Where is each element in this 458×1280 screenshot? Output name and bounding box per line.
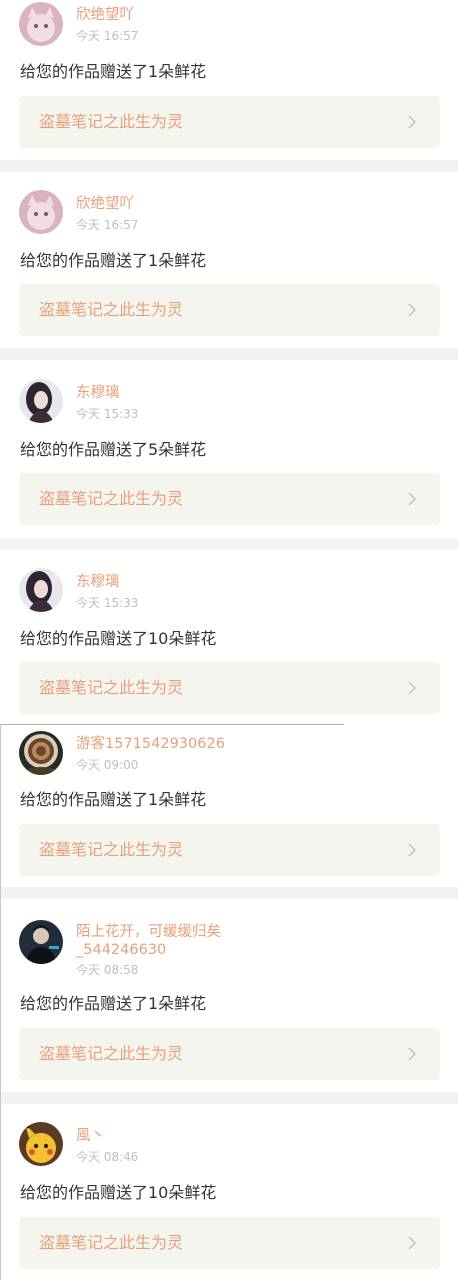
gift-notification-item: 游客1571542930626 今天 09:00 给您的作品赠送了1朵鲜花 盗墓… bbox=[0, 725, 458, 887]
pink-cat-avatar-icon[interactable] bbox=[19, 2, 63, 46]
work-title: 盗墓笔记之此生为灵 bbox=[39, 489, 184, 508]
gift-notification-item: 东穆璃 今天 15:33 给您的作品赠送了5朵鲜花 盗墓笔记之此生为灵 bbox=[0, 360, 458, 538]
work-link-card[interactable]: 盗墓笔记之此生为灵 bbox=[19, 1028, 440, 1080]
username-line-2: _544246630 bbox=[76, 942, 167, 958]
chevron-right-icon bbox=[404, 842, 420, 858]
gift-message: 给您的作品赠送了10朵鲜花 bbox=[20, 629, 217, 648]
username[interactable]: 东穆璃 bbox=[76, 384, 276, 402]
work-title: 盗墓笔记之此生为灵 bbox=[39, 1233, 184, 1252]
item-separator bbox=[0, 160, 458, 172]
work-title: 盗墓笔记之此生为灵 bbox=[39, 1044, 184, 1063]
chevron-right-icon bbox=[404, 680, 420, 696]
username[interactable]: 游客1571542930626 bbox=[76, 735, 276, 753]
work-title: 盗墓笔记之此生为灵 bbox=[39, 300, 184, 319]
chevron-right-icon bbox=[404, 114, 420, 130]
coffee-cup-avatar-icon[interactable] bbox=[19, 731, 63, 775]
chevron-right-icon bbox=[404, 1046, 420, 1062]
username[interactable]: 欣绝望吖 bbox=[76, 6, 276, 24]
gift-notification-item: 風丶 今天 08:46 给您的作品赠送了10朵鲜花 盗墓笔记之此生为灵 bbox=[0, 1104, 458, 1280]
timestamp: 今天 15:33 bbox=[76, 596, 139, 610]
gift-notification-item: 东穆璃 今天 15:33 给您的作品赠送了10朵鲜花 盗墓笔记之此生为灵 bbox=[0, 550, 458, 724]
gift-notification-feed: 欣绝望吖 今天 16:57 给您的作品赠送了1朵鲜花 盗墓笔记之此生为灵 欣绝望… bbox=[0, 0, 458, 1280]
gift-notification-item: 陌上花开，可缓缓归矣 _544246630 今天 08:58 给您的作品赠送了1… bbox=[0, 899, 458, 1092]
item-separator bbox=[0, 348, 458, 360]
chevron-right-icon bbox=[404, 302, 420, 318]
username-line-1: 陌上花开，可缓缓归矣 bbox=[76, 924, 221, 940]
item-separator bbox=[0, 887, 458, 899]
work-link-card[interactable]: 盗墓笔记之此生为灵 bbox=[19, 824, 440, 876]
work-link-card[interactable]: 盗墓笔记之此生为灵 bbox=[19, 284, 440, 336]
work-title: 盗墓笔记之此生为灵 bbox=[39, 112, 184, 131]
work-link-card[interactable]: 盗墓笔记之此生为灵 bbox=[19, 473, 440, 525]
chevron-right-icon bbox=[404, 491, 420, 507]
gift-message: 给您的作品赠送了1朵鲜花 bbox=[20, 62, 207, 81]
gift-message: 给您的作品赠送了1朵鲜花 bbox=[20, 251, 207, 270]
item-separator bbox=[0, 1092, 458, 1104]
username[interactable]: 欣绝望吖 bbox=[76, 195, 276, 213]
work-title: 盗墓笔记之此生为灵 bbox=[39, 840, 184, 859]
gift-message: 给您的作品赠送了10朵鲜花 bbox=[20, 1183, 217, 1202]
item-separator bbox=[0, 538, 458, 550]
gift-message: 给您的作品赠送了1朵鲜花 bbox=[20, 790, 207, 809]
screenshot-seam-line bbox=[0, 724, 344, 725]
gift-message: 给您的作品赠送了5朵鲜花 bbox=[20, 440, 207, 459]
pink-cat-avatar-icon[interactable] bbox=[19, 190, 63, 234]
username[interactable]: 風丶 bbox=[76, 1127, 276, 1145]
girl-portrait-avatar-icon[interactable] bbox=[19, 379, 63, 423]
work-link-card[interactable]: 盗墓笔记之此生为灵 bbox=[19, 1217, 440, 1269]
screenshot-seam-edge bbox=[0, 724, 1, 1280]
timestamp: 今天 08:58 bbox=[76, 963, 139, 977]
timestamp: 今天 16:57 bbox=[76, 29, 139, 43]
chevron-right-icon bbox=[404, 1235, 420, 1251]
timestamp: 今天 09:00 bbox=[76, 758, 139, 772]
gift-notification-item: 欣绝望吖 今天 16:57 给您的作品赠送了1朵鲜花 盗墓笔记之此生为灵 bbox=[0, 0, 458, 160]
pikachu-avatar-icon[interactable] bbox=[19, 1122, 63, 1166]
timestamp: 今天 16:57 bbox=[76, 218, 139, 232]
gift-notification-item: 欣绝望吖 今天 16:57 给您的作品赠送了1朵鲜花 盗墓笔记之此生为灵 bbox=[0, 172, 458, 348]
work-link-card[interactable]: 盗墓笔记之此生为灵 bbox=[19, 96, 440, 148]
username[interactable]: 陌上花开，可缓缓归矣 _544246630 bbox=[76, 923, 276, 959]
girl-portrait-avatar-icon[interactable] bbox=[19, 568, 63, 612]
work-title: 盗墓笔记之此生为灵 bbox=[39, 678, 184, 697]
username[interactable]: 东穆璃 bbox=[76, 573, 276, 591]
gift-message: 给您的作品赠送了1朵鲜花 bbox=[20, 994, 207, 1013]
timestamp: 今天 08:46 bbox=[76, 1150, 139, 1164]
timestamp: 今天 15:33 bbox=[76, 407, 139, 421]
work-link-card[interactable]: 盗墓笔记之此生为灵 bbox=[19, 662, 440, 714]
dark-figure-avatar-icon[interactable] bbox=[19, 920, 63, 964]
